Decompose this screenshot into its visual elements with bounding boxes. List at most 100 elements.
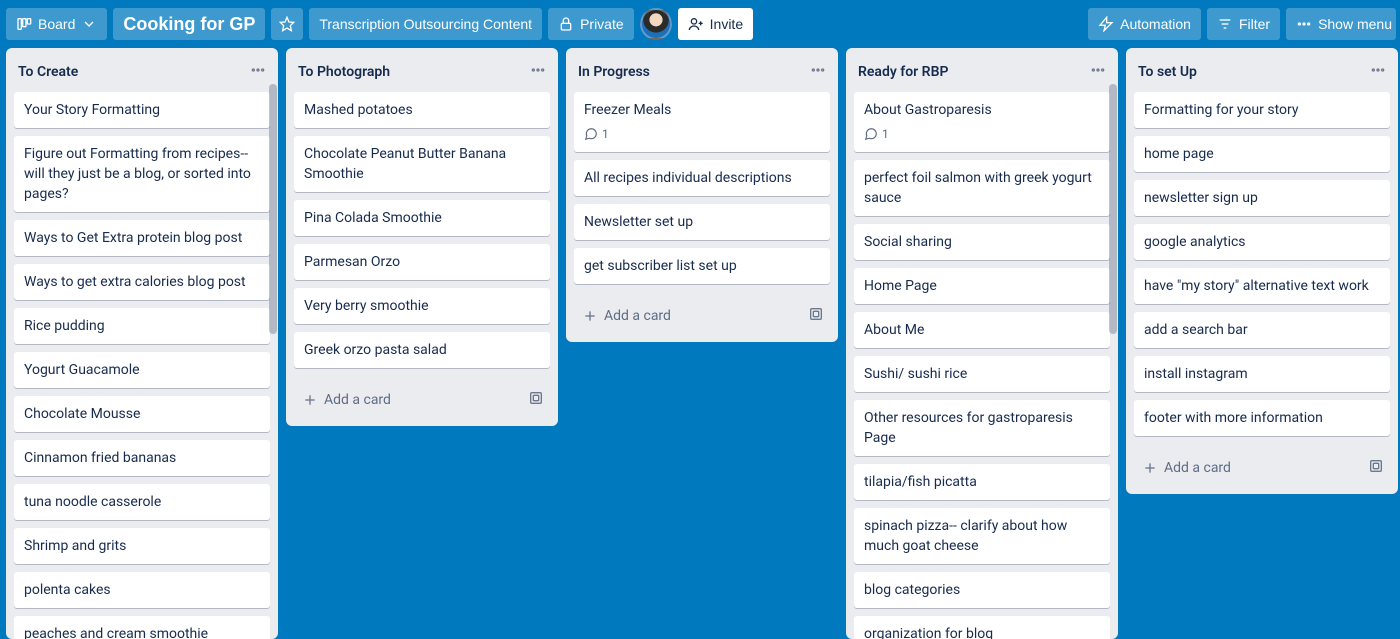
list-title[interactable]: To set Up bbox=[1138, 64, 1197, 80]
card[interactable]: peaches and cream smoothie bbox=[14, 616, 270, 639]
card[interactable]: Chocolate Peanut Butter Banana Smoothie bbox=[294, 136, 550, 192]
list-title[interactable]: In Progress bbox=[578, 64, 650, 80]
card[interactable]: Yogurt Guacamole bbox=[14, 352, 270, 388]
card[interactable]: Figure out Formatting from recipes-- wil… bbox=[14, 136, 270, 212]
card[interactable]: spinach pizza-- clarify about how much g… bbox=[854, 508, 1110, 564]
card-title: google analytics bbox=[1144, 232, 1380, 252]
card[interactable]: blog categories bbox=[854, 572, 1110, 608]
card[interactable]: Rice pudding bbox=[14, 308, 270, 344]
card[interactable]: Your Story Formatting bbox=[14, 92, 270, 128]
card[interactable]: Freezer Meals1 bbox=[574, 92, 830, 152]
comment-count: 1 bbox=[882, 124, 889, 144]
list-title[interactable]: To Create bbox=[18, 64, 78, 80]
invite-button[interactable]: Invite bbox=[678, 8, 753, 40]
card-title: All recipes individual descriptions bbox=[584, 168, 820, 188]
card[interactable]: Shrimp and grits bbox=[14, 528, 270, 564]
list-header: To Photograph bbox=[286, 48, 558, 92]
card[interactable]: Mashed potatoes bbox=[294, 92, 550, 128]
card[interactable]: Ways to Get Extra protein blog post bbox=[14, 220, 270, 256]
card-title: Chocolate Peanut Butter Banana Smoothie bbox=[304, 144, 540, 184]
member-avatar[interactable] bbox=[640, 8, 672, 40]
card-title: peaches and cream smoothie bbox=[24, 624, 260, 639]
list-menu-button[interactable] bbox=[806, 58, 830, 86]
card-title: Shrimp and grits bbox=[24, 536, 260, 556]
filter-icon bbox=[1217, 16, 1233, 32]
card[interactable]: Ways to get extra calories blog post bbox=[14, 264, 270, 300]
card-title: Ways to get extra calories blog post bbox=[24, 272, 260, 292]
card[interactable]: About Gastroparesis1 bbox=[854, 92, 1110, 152]
card-title: Very berry smoothie bbox=[304, 296, 540, 316]
card[interactable]: newsletter sign up bbox=[1134, 180, 1390, 216]
card-title: Sushi/ sushi rice bbox=[864, 364, 1100, 384]
card[interactable]: All recipes individual descriptions bbox=[574, 160, 830, 196]
card[interactable]: home page bbox=[1134, 136, 1390, 172]
filter-label: Filter bbox=[1239, 16, 1270, 32]
list-menu-button[interactable] bbox=[526, 58, 550, 86]
list-cards: Formatting for your story home page newsle… bbox=[1126, 92, 1398, 444]
card-template-button[interactable] bbox=[522, 384, 550, 416]
card[interactable]: tuna noodle casserole bbox=[14, 484, 270, 520]
card[interactable]: Chocolate Mousse bbox=[14, 396, 270, 432]
card[interactable]: Newsletter set up bbox=[574, 204, 830, 240]
filter-button[interactable]: Filter bbox=[1207, 8, 1280, 40]
show-menu-button[interactable]: Show menu bbox=[1286, 8, 1396, 40]
card[interactable]: tilapia/fish picatta bbox=[854, 464, 1110, 500]
add-card-label: Add a card bbox=[604, 308, 671, 324]
card-title: get subscriber list set up bbox=[584, 256, 820, 276]
card[interactable]: install instagram bbox=[1134, 356, 1390, 392]
list-header: Ready for RBP bbox=[846, 48, 1118, 92]
plus-icon bbox=[302, 392, 318, 408]
card[interactable]: google analytics bbox=[1134, 224, 1390, 260]
card-title: Ways to Get Extra protein blog post bbox=[24, 228, 260, 248]
card[interactable]: Home Page bbox=[854, 268, 1110, 304]
dots-icon bbox=[530, 62, 546, 78]
automation-button[interactable]: Automation bbox=[1088, 8, 1201, 40]
template-icon bbox=[528, 390, 544, 406]
visibility-button[interactable]: Private bbox=[548, 8, 634, 40]
list-menu-button[interactable] bbox=[1366, 58, 1390, 86]
card[interactable]: Cinnamon fried bananas bbox=[14, 440, 270, 476]
dots-icon bbox=[250, 62, 266, 78]
plus-icon bbox=[582, 308, 598, 324]
card[interactable]: Very berry smoothie bbox=[294, 288, 550, 324]
invite-label: Invite bbox=[710, 16, 743, 32]
view-switcher[interactable]: Board bbox=[6, 8, 107, 40]
list-menu-button[interactable] bbox=[1086, 58, 1110, 86]
add-card-button[interactable]: Add a card bbox=[574, 302, 802, 330]
card[interactable]: have "my story" alternative text work bbox=[1134, 268, 1390, 304]
card-title: newsletter sign up bbox=[1144, 188, 1380, 208]
add-card-button[interactable]: Add a card bbox=[294, 386, 522, 414]
card-title: install instagram bbox=[1144, 364, 1380, 384]
card[interactable]: get subscriber list set up bbox=[574, 248, 830, 284]
card[interactable]: Parmesan Orzo bbox=[294, 244, 550, 280]
card-template-button[interactable] bbox=[802, 300, 830, 332]
bolt-icon bbox=[1098, 16, 1114, 32]
workspace-label: Transcription Outsourcing Content bbox=[319, 16, 532, 32]
list: To Photograph Mashed potatoes Chocolate Pe… bbox=[286, 48, 558, 426]
card[interactable]: polenta cakes bbox=[14, 572, 270, 608]
card-template-button[interactable] bbox=[1362, 452, 1390, 484]
card-badges: 1 bbox=[864, 124, 1100, 144]
visibility-label: Private bbox=[580, 16, 624, 32]
board-title[interactable]: Cooking for GP bbox=[113, 8, 265, 40]
add-card-button[interactable]: Add a card bbox=[1134, 454, 1362, 482]
card[interactable]: perfect foil salmon with greek yogurt sa… bbox=[854, 160, 1110, 216]
card[interactable]: Formatting for your story bbox=[1134, 92, 1390, 128]
card[interactable]: add a search bar bbox=[1134, 312, 1390, 348]
card[interactable]: Other resources for gastroparesis Page bbox=[854, 400, 1110, 456]
star-button[interactable] bbox=[271, 8, 303, 40]
dots-icon bbox=[1370, 62, 1386, 78]
card[interactable]: organization for blog bbox=[854, 616, 1110, 639]
card[interactable]: footer with more information bbox=[1134, 400, 1390, 436]
workspace-button[interactable]: Transcription Outsourcing Content bbox=[309, 8, 542, 40]
card[interactable]: Sushi/ sushi rice bbox=[854, 356, 1110, 392]
list-title[interactable]: To Photograph bbox=[298, 64, 390, 80]
card[interactable]: About Me bbox=[854, 312, 1110, 348]
card[interactable]: Pina Colada Smoothie bbox=[294, 200, 550, 236]
list-title[interactable]: Ready for RBP bbox=[858, 64, 948, 80]
card[interactable]: Social sharing bbox=[854, 224, 1110, 260]
list-menu-button[interactable] bbox=[246, 58, 270, 86]
card[interactable]: Greek orzo pasta salad bbox=[294, 332, 550, 368]
list-footer: Add a card bbox=[286, 376, 558, 426]
list: To set Up Formatting for your story home p… bbox=[1126, 48, 1398, 494]
